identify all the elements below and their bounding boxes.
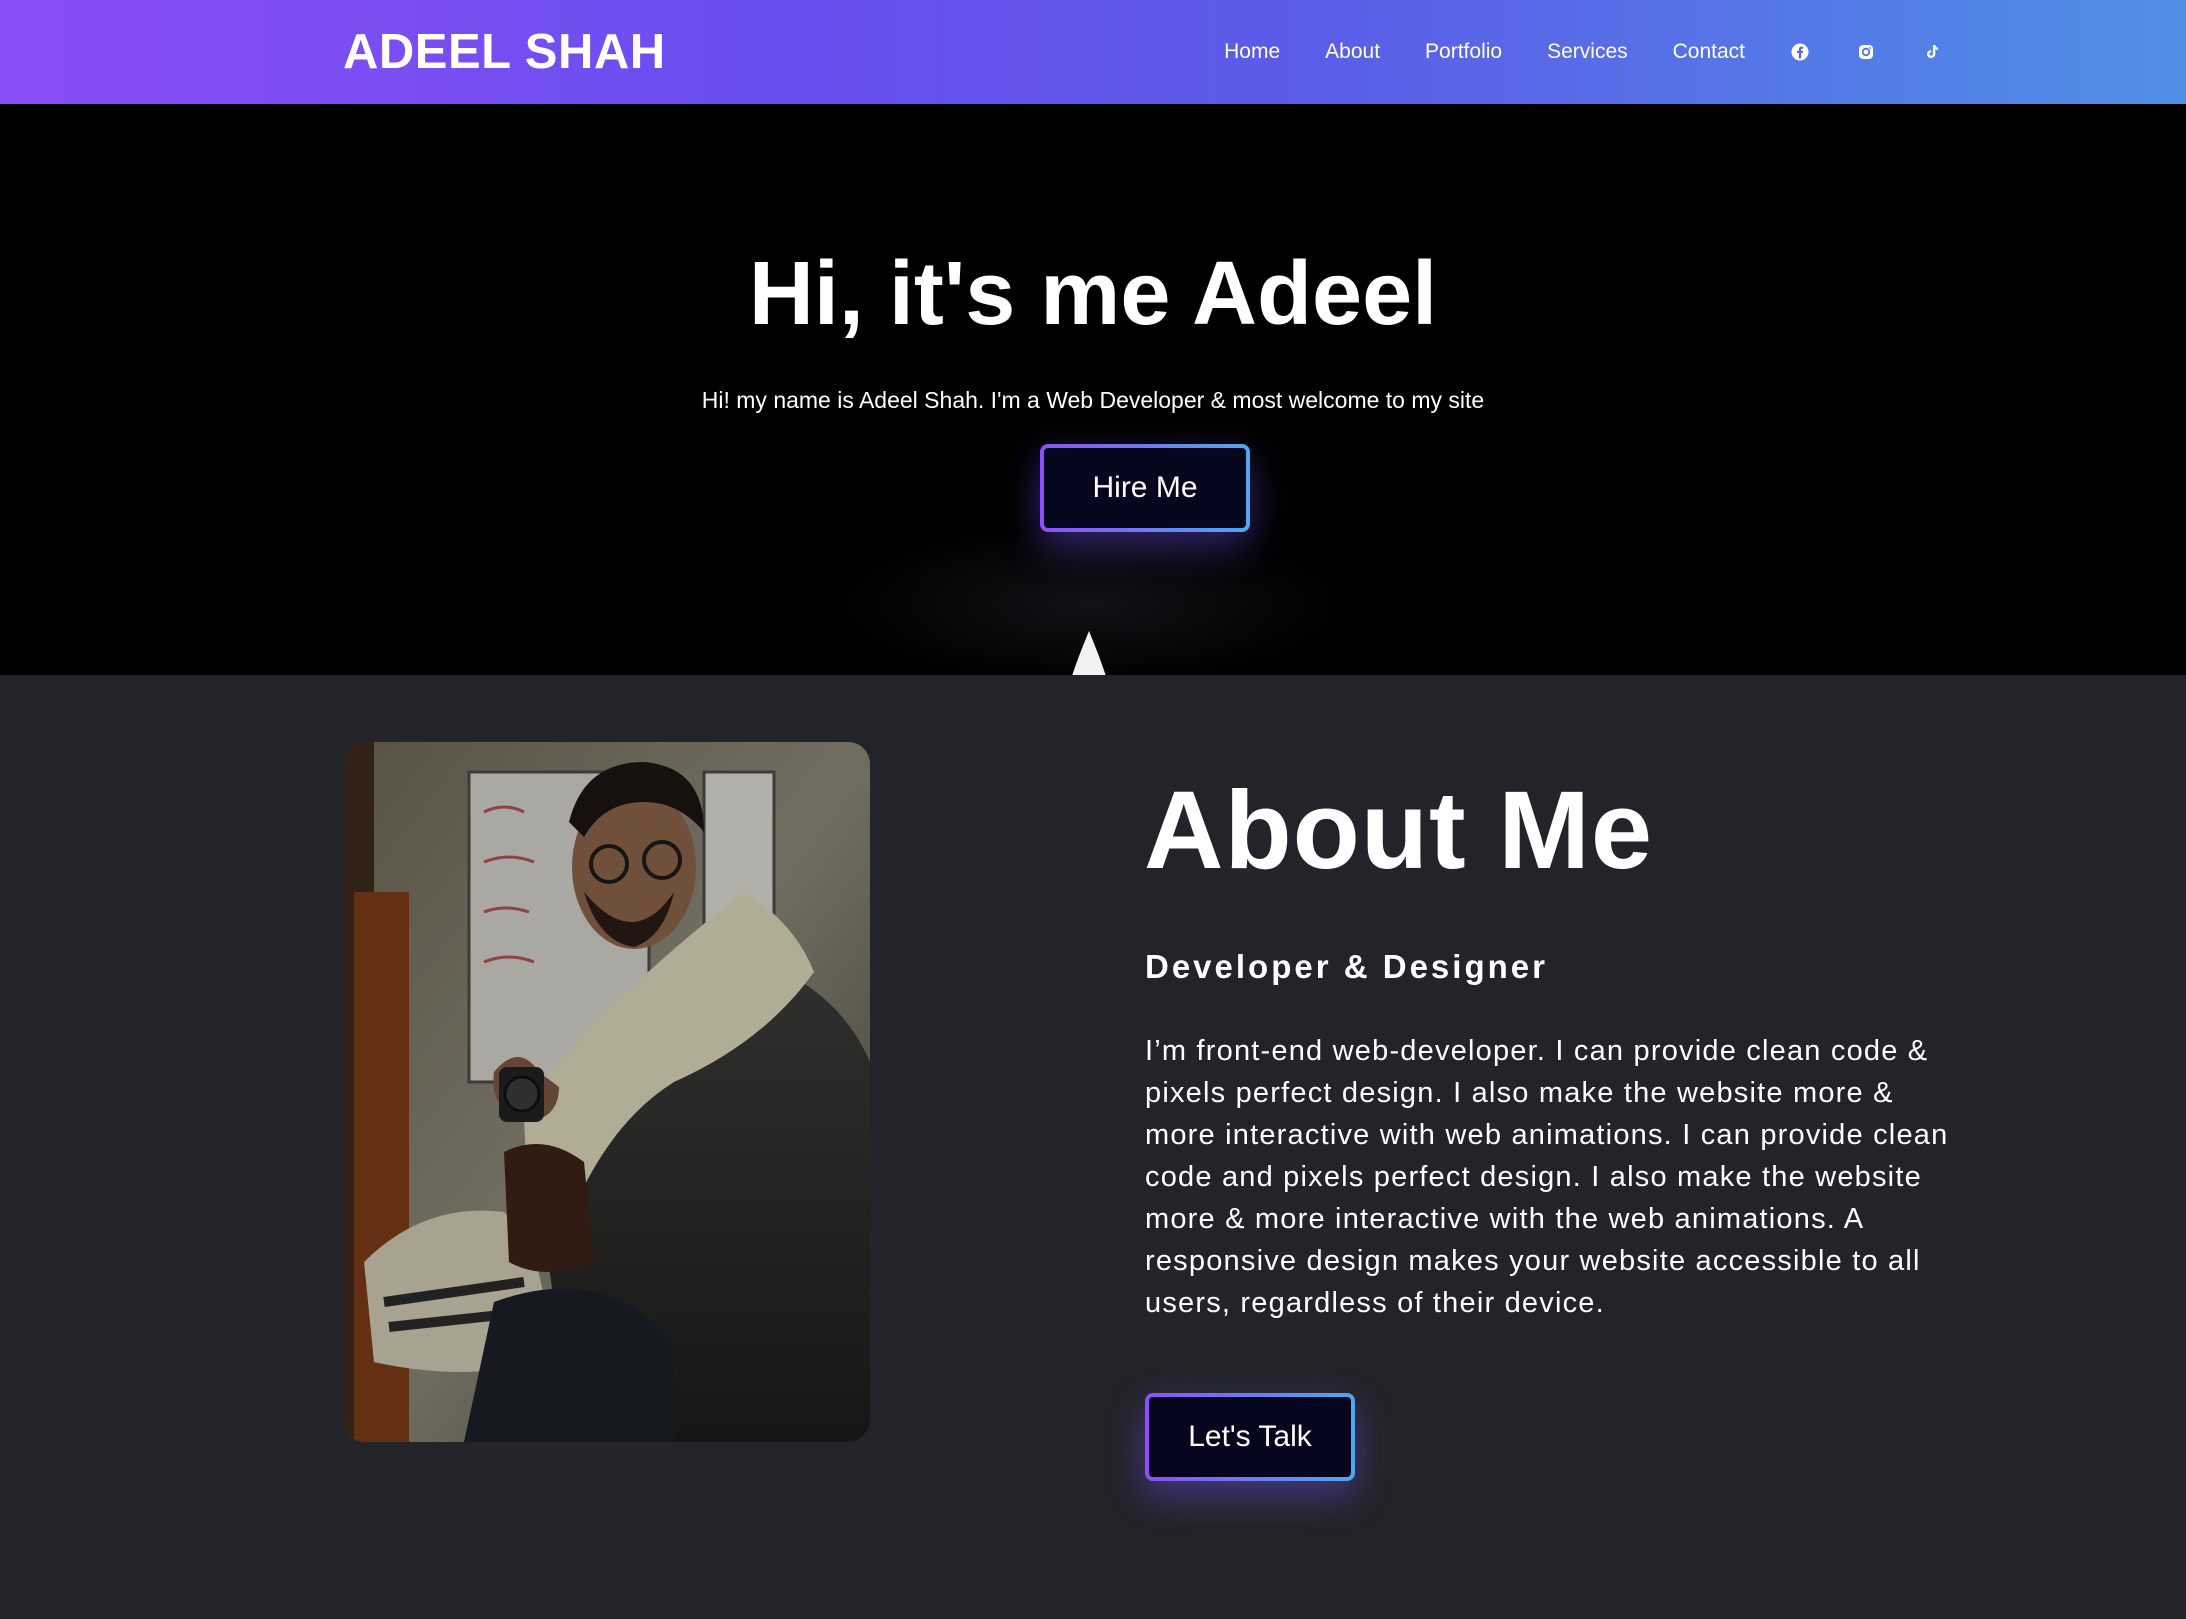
site-header: ADEEL SHAH Home About Portfolio Services…: [0, 0, 2186, 104]
instagram-icon[interactable]: [1855, 41, 1877, 63]
nav-portfolio[interactable]: Portfolio: [1425, 40, 1502, 64]
lets-talk-button[interactable]: Let's Talk: [1145, 1393, 1355, 1481]
hero-subtitle: Hi! my name is Adeel Shah. I'm a Web Dev…: [701, 387, 1485, 413]
nav-home[interactable]: Home: [1224, 40, 1280, 64]
facebook-icon[interactable]: [1789, 41, 1811, 63]
about-title: About Me: [1144, 769, 1654, 892]
about-description: I’m front-end web-developer. I can provi…: [1145, 1035, 1949, 1319]
rocket-icon: [1072, 631, 1106, 675]
hero-title: Hi, it's me Adeel: [748, 244, 1438, 344]
hire-me-button[interactable]: Hire Me: [1040, 444, 1250, 532]
tiktok-icon[interactable]: [1921, 41, 1943, 63]
about-section: About Me Developer & Designer I’m front-…: [0, 675, 2186, 1619]
about-role: Developer & Designer: [1145, 948, 1548, 985]
profile-photo: [344, 742, 870, 1442]
main-nav: Home About Portfolio Services Contact: [1224, 0, 1943, 104]
nav-about[interactable]: About: [1325, 40, 1380, 64]
nav-services[interactable]: Services: [1547, 40, 1628, 64]
site-logo[interactable]: ADEEL SHAH: [343, 24, 666, 80]
hero-section: Hi, it's me Adeel Hi! my name is Adeel S…: [0, 104, 2186, 675]
nav-contact[interactable]: Contact: [1673, 40, 1745, 64]
